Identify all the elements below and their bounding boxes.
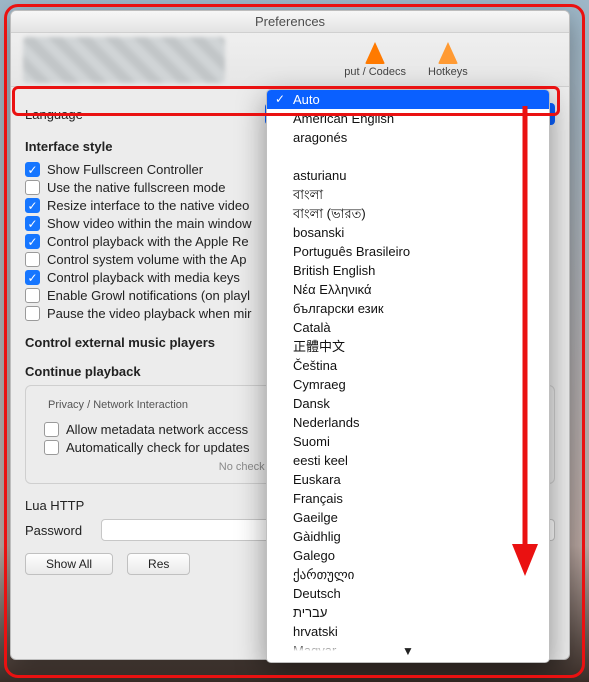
checkbox-label: Resize interface to the native video: [47, 198, 249, 213]
checkbox-label: Show Fullscreen Controller: [47, 162, 203, 177]
checkbox[interactable]: [44, 422, 59, 437]
language-option[interactable]: Euskara: [267, 470, 549, 489]
language-option[interactable]: aragonés: [267, 128, 549, 147]
language-option[interactable]: Νέα Ελληνικά: [267, 280, 549, 299]
language-option[interactable]: ქართული: [267, 565, 549, 584]
language-option[interactable]: Català: [267, 318, 549, 337]
toolbar-item-label: Hotkeys: [428, 66, 468, 78]
toolbar-item-codecs[interactable]: put / Codecs: [344, 42, 406, 78]
checkbox-label: Automatically check for updates: [66, 440, 250, 455]
language-option[interactable]: Cymraeg: [267, 375, 549, 394]
checkbox[interactable]: ✓: [25, 234, 40, 249]
language-option[interactable]: Dansk: [267, 394, 549, 413]
language-label: Language: [25, 107, 265, 122]
checkbox[interactable]: [25, 252, 40, 267]
language-option[interactable]: বাংলা: [267, 185, 549, 204]
checkbox-label: Allow metadata network access: [66, 422, 248, 437]
lua-password-label: Password: [25, 523, 93, 538]
language-option[interactable]: Suomi: [267, 432, 549, 451]
checkbox[interactable]: [25, 180, 40, 195]
toolbar-item-hotkeys[interactable]: Hotkeys: [428, 42, 468, 78]
language-option[interactable]: bosanski: [267, 223, 549, 242]
language-option[interactable]: American English: [267, 109, 549, 128]
language-option[interactable]: български език: [267, 299, 549, 318]
reset-button[interactable]: Res: [127, 553, 190, 575]
checkbox[interactable]: ✓: [25, 198, 40, 213]
dropdown-scroll-indicator[interactable]: ▼: [267, 644, 549, 662]
checkbox[interactable]: ✓: [25, 270, 40, 285]
language-option[interactable]: Português Brasileiro: [267, 242, 549, 261]
language-option[interactable]: asturianu: [267, 166, 549, 185]
window-title: Preferences: [11, 11, 569, 33]
checkbox-label: Enable Growl notifications (on playl: [47, 288, 250, 303]
checkbox-label: Control playback with media keys: [47, 270, 240, 285]
cone-icon: [438, 42, 458, 64]
language-option[interactable]: hrvatski: [267, 622, 549, 641]
checkbox[interactable]: ✓: [25, 162, 40, 177]
language-option[interactable]: Galego: [267, 546, 549, 565]
blurred-region: [23, 37, 225, 83]
language-option[interactable]: বাংলা (ভারত): [267, 204, 549, 223]
language-option[interactable]: עברית: [267, 603, 549, 622]
language-option[interactable]: Gaeilge: [267, 508, 549, 527]
language-option[interactable]: 正體中文: [267, 337, 549, 356]
checkbox[interactable]: [25, 288, 40, 303]
language-option[interactable]: Gàidhlig: [267, 527, 549, 546]
checkbox-label: Use the native fullscreen mode: [47, 180, 225, 195]
checkbox-label: Show video within the main window: [47, 216, 252, 231]
language-option[interactable]: [267, 147, 549, 166]
language-option[interactable]: Auto: [267, 90, 549, 109]
checkbox[interactable]: [44, 440, 59, 455]
language-option[interactable]: Nederlands: [267, 413, 549, 432]
language-option[interactable]: British English: [267, 261, 549, 280]
language-dropdown[interactable]: AutoAmerican Englisharagonésasturianuবাং…: [266, 89, 550, 663]
checkbox-label: Control playback with the Apple Re: [47, 234, 249, 249]
checkbox-label: Control system volume with the Ap: [47, 252, 246, 267]
language-option[interactable]: Français: [267, 489, 549, 508]
checkbox[interactable]: ✓: [25, 216, 40, 231]
show-all-button[interactable]: Show All: [25, 553, 113, 575]
language-option[interactable]: Čeština: [267, 356, 549, 375]
language-option[interactable]: Deutsch: [267, 584, 549, 603]
privacy-group-title: Privacy / Network Interaction: [44, 399, 192, 411]
language-option[interactable]: eesti keel: [267, 451, 549, 470]
checkbox[interactable]: [25, 306, 40, 321]
toolbar-item-label: put / Codecs: [344, 66, 406, 78]
checkbox-label: Pause the video playback when mir: [47, 306, 252, 321]
cone-icon: [365, 42, 385, 64]
